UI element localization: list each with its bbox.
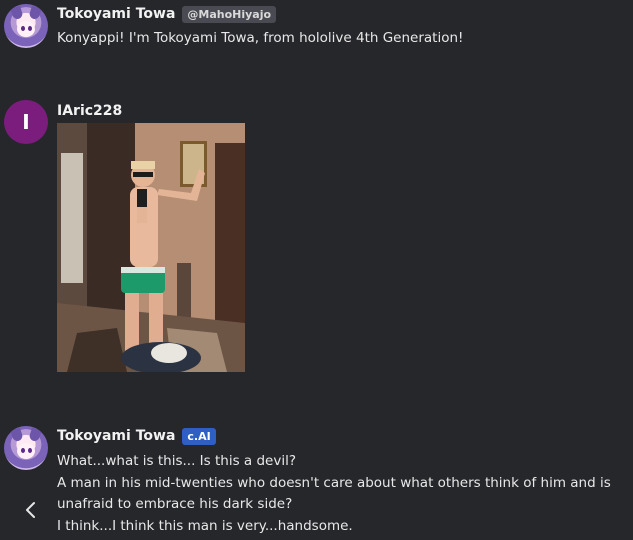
message-line: Konyappi! I'm Tokoyami Towa, from hololi… bbox=[57, 30, 464, 46]
avatar-tokoyami-towa[interactable] bbox=[4, 426, 48, 470]
avatar-letter: I bbox=[22, 110, 30, 134]
creator-handle-badge[interactable]: @MahoHiyajo bbox=[182, 5, 277, 23]
author-name[interactable]: IAric228 bbox=[57, 103, 122, 119]
author-name[interactable]: Tokoyami Towa bbox=[57, 428, 175, 444]
message-line: A man in his mid-twenties who doesn't ca… bbox=[57, 474, 611, 513]
author-line: IAric228 bbox=[57, 101, 122, 121]
chat-page: Tokoyami Towa @MahoHiyajo Konyappi! I'm … bbox=[0, 0, 633, 540]
message-line: What...what is this... Is this a devil? bbox=[57, 453, 296, 469]
chevron-left-icon[interactable] bbox=[20, 499, 40, 521]
author-line: Tokoyami Towa c.AI bbox=[57, 426, 216, 446]
message-text: What...what is this... Is this a devil? … bbox=[57, 451, 627, 537]
message-line: I think...I think this man is very...han… bbox=[57, 517, 353, 534]
avatar-user[interactable]: I bbox=[4, 100, 48, 144]
avatar-tokoyami-towa[interactable] bbox=[4, 4, 48, 48]
message-text: Konyappi! I'm Tokoyami Towa, from hololi… bbox=[57, 28, 627, 50]
photo-illustration bbox=[57, 123, 245, 372]
mirror-selfie-photo[interactable] bbox=[57, 123, 245, 372]
author-line: Tokoyami Towa @MahoHiyajo bbox=[57, 4, 277, 24]
cai-badge: c.AI bbox=[182, 427, 216, 445]
author-name[interactable]: Tokoyami Towa bbox=[57, 6, 175, 22]
